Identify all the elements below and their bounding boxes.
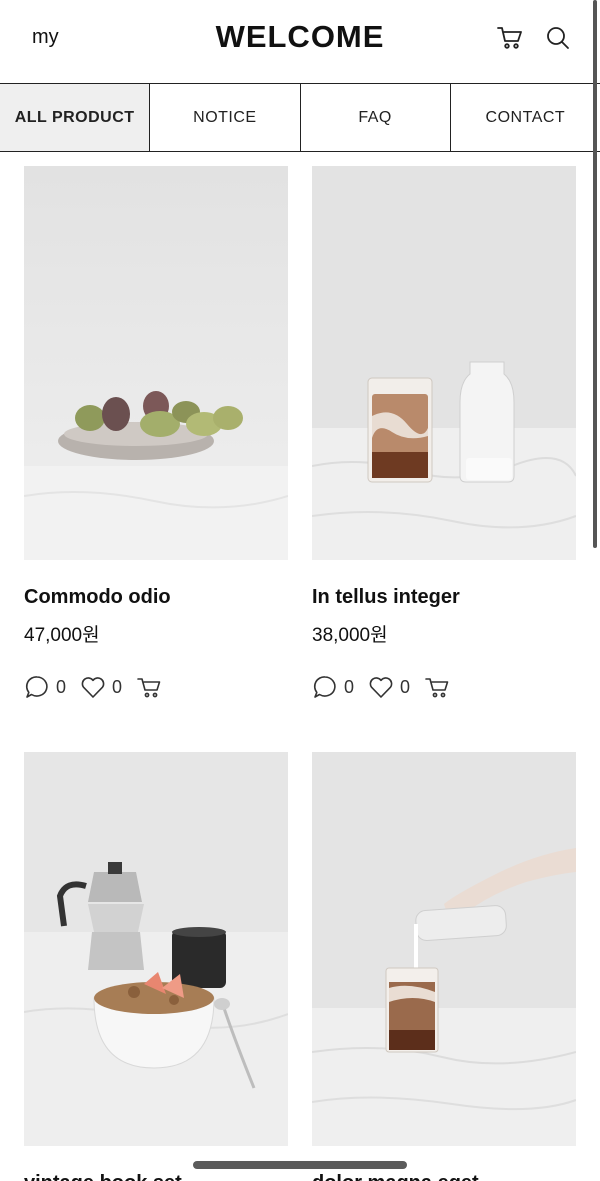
product-name[interactable]: vintage book set (24, 1172, 182, 1181)
category-tabs: ALL PRODUCT NOTICE FAQ CONTACT (0, 84, 600, 152)
product-image-figs[interactable] (24, 166, 288, 560)
product-card: dolor magna eget (312, 752, 576, 1181)
product-actions: 0 0 (24, 672, 162, 702)
comment-icon (313, 676, 336, 698)
product-name[interactable]: In tellus integer (312, 586, 460, 609)
product-price: 38,000원 (312, 625, 388, 646)
page-scrollbar[interactable] (593, 0, 597, 548)
tab-contact[interactable]: CONTACT (451, 84, 600, 151)
site-header: my WELCOME (0, 0, 600, 84)
like-count: 0 (400, 676, 411, 697)
comment-icon (25, 676, 48, 698)
add-to-cart-button[interactable] (424, 674, 450, 700)
cart-icon[interactable] (496, 24, 524, 52)
comment-count: 0 (56, 676, 67, 697)
comment-button[interactable]: 0 (312, 674, 368, 700)
product-name[interactable]: Commodo odio (24, 586, 171, 609)
tab-faq[interactable]: FAQ (301, 84, 451, 151)
product-card: In tellus integer 38,000원 0 0 (312, 166, 576, 698)
like-button[interactable]: 0 (80, 674, 136, 700)
add-to-cart-button[interactable] (136, 674, 162, 700)
my-page-link[interactable]: my (32, 26, 59, 49)
product-card: Commodo odio 47,000원 0 0 (24, 166, 288, 698)
home-indicator[interactable] (193, 1161, 407, 1169)
search-icon[interactable] (544, 24, 572, 52)
product-card: vintage book set (24, 752, 288, 1181)
tab-notice[interactable]: NOTICE (150, 84, 301, 151)
product-actions: 0 0 (312, 672, 450, 702)
comment-count: 0 (344, 676, 355, 697)
like-count: 0 (112, 676, 123, 697)
tab-all-product[interactable]: ALL PRODUCT (0, 84, 151, 151)
heart-icon (369, 677, 393, 698)
cart-icon (425, 678, 449, 698)
product-image-breakfast[interactable] (24, 752, 288, 1146)
heart-icon (81, 677, 105, 698)
product-image-pouring-milk[interactable] (312, 752, 576, 1146)
product-image-iced-latte[interactable] (312, 166, 576, 560)
like-button[interactable]: 0 (368, 674, 424, 700)
product-name[interactable]: dolor magna eget (312, 1172, 479, 1181)
cart-icon (137, 678, 161, 698)
comment-button[interactable]: 0 (24, 674, 80, 700)
product-price: 47,000원 (24, 625, 100, 646)
